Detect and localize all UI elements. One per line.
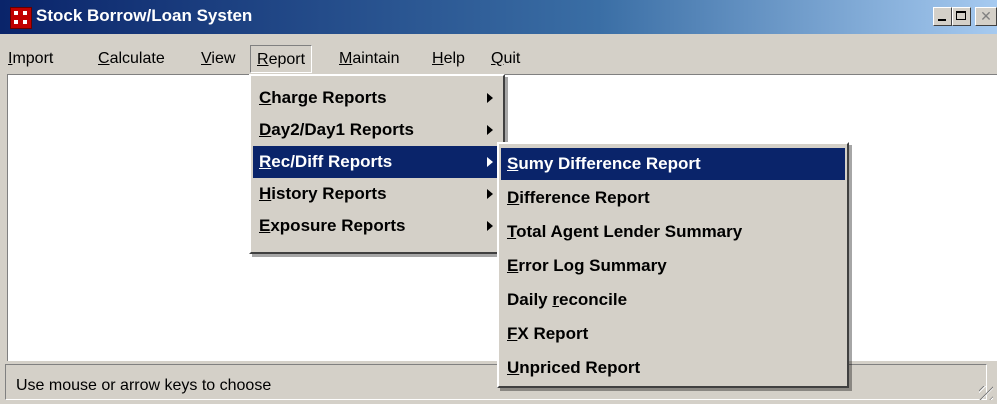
report-menu-charge-reports[interactable]: Charge Reports — [253, 82, 501, 114]
close-icon: ✕ — [980, 8, 992, 24]
accel-letter: D — [507, 188, 520, 207]
menu-item-prefix: Daily — [507, 290, 553, 309]
accel-letter: R — [259, 152, 272, 171]
accel-letter: T — [507, 222, 517, 241]
accel-letter: C — [259, 88, 272, 107]
submenu-difference-report[interactable]: Difference Report — [501, 182, 845, 214]
accel-letter: E — [259, 216, 271, 235]
menu-maintain[interactable]: Maintain — [333, 45, 405, 73]
submenu-sumy-difference-report[interactable]: Sumy Difference Report — [501, 148, 845, 180]
accel-letter: r — [552, 290, 559, 309]
app-icon[interactable] — [10, 7, 32, 29]
menu-item-label: otal Agent Lender Summary — [516, 222, 743, 241]
menu-item-label: npriced Report — [519, 358, 641, 377]
minimize-button[interactable] — [933, 7, 952, 26]
title-bar[interactable]: Stock Borrow/Loan Systen ✕ — [0, 0, 997, 34]
menu-item-label: X Report — [517, 324, 589, 343]
menu-view[interactable]: View — [195, 45, 241, 73]
submenu-arrow-icon — [487, 157, 493, 167]
menu-item-label: rror Log Summary — [518, 256, 667, 275]
submenu-unpriced-report[interactable]: Unpriced Report — [501, 352, 845, 384]
menu-item-label: ec/Diff Reports — [271, 152, 393, 171]
close-button[interactable]: ✕ — [975, 7, 997, 26]
accel-letter: H — [259, 184, 272, 203]
resize-grip-icon[interactable] — [979, 386, 993, 400]
menu-item-label: econcile — [558, 290, 628, 309]
menu-item-label: harge Reports — [271, 88, 387, 107]
accel-letter: U — [507, 358, 520, 377]
report-menu: Charge Reports Day2/Day1 Reports Rec/Dif… — [249, 74, 505, 254]
menu-item-label: xposure Reports — [270, 216, 406, 235]
report-menu-history-reports[interactable]: History Reports — [253, 178, 501, 210]
menu-item-label: ifference Report — [519, 188, 650, 207]
maximize-button[interactable] — [952, 7, 971, 26]
minimize-icon — [938, 19, 946, 21]
submenu-total-agent-lender-summary[interactable]: Total Agent Lender Summary — [501, 216, 845, 248]
menu-item-label: ay2/Day1 Reports — [271, 120, 414, 139]
submenu-arrow-icon — [487, 93, 493, 103]
menu-import[interactable]: Import — [2, 45, 59, 73]
window-title: Stock Borrow/Loan Systen — [36, 6, 253, 25]
maximize-icon — [956, 11, 966, 20]
report-menu-day2-day1-reports[interactable]: Day2/Day1 Reports — [253, 114, 501, 146]
status-text: Use mouse or arrow keys to choose — [16, 377, 272, 394]
submenu-fx-report[interactable]: FX Report — [501, 318, 845, 350]
accel-letter: S — [507, 154, 519, 173]
accel-letter: D — [259, 120, 272, 139]
submenu-arrow-icon — [487, 125, 493, 135]
submenu-daily-reconcile[interactable]: Daily reconcile — [501, 284, 845, 316]
menu-quit[interactable]: Quit — [485, 45, 526, 73]
menu-help[interactable]: Help — [426, 45, 471, 73]
menu-bar: Import Calculate View Report Maintain He… — [0, 45, 997, 73]
submenu-error-log-summary[interactable]: Error Log Summary — [501, 250, 845, 282]
menu-calculate[interactable]: Calculate — [92, 45, 171, 73]
menu-item-label: umy Difference Report — [518, 154, 701, 173]
menu-item-label: istory Reports — [271, 184, 387, 203]
submenu-arrow-icon — [487, 189, 493, 199]
submenu-arrow-icon — [487, 221, 493, 231]
report-menu-rec-diff-reports[interactable]: Rec/Diff Reports — [253, 146, 501, 178]
rec-diff-submenu: Sumy Difference Report Difference Report… — [497, 142, 849, 388]
accel-letter: F — [507, 324, 518, 343]
accel-letter: E — [507, 256, 519, 275]
menu-report[interactable]: Report — [250, 45, 313, 73]
report-menu-exposure-reports[interactable]: Exposure Reports — [253, 210, 501, 242]
